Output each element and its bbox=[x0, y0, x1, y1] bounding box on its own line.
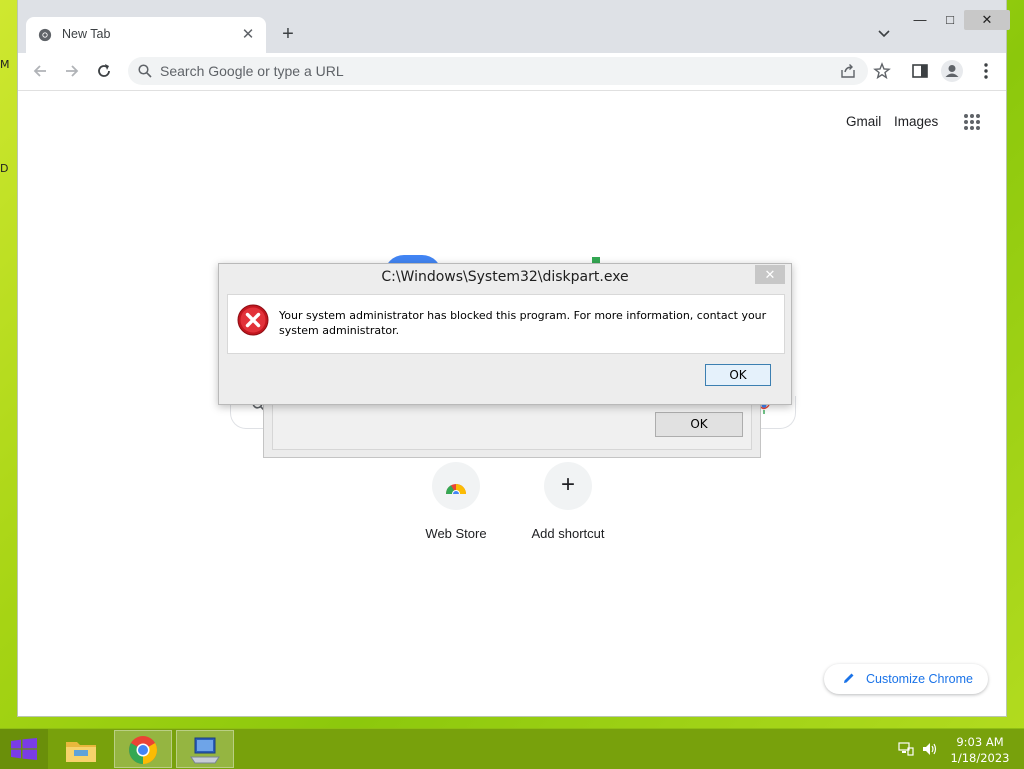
add-shortcut-tile: + bbox=[544, 462, 592, 510]
dialog-close-button[interactable]: ✕ bbox=[755, 265, 785, 284]
tab-new-tab[interactable]: New Tab ✕ bbox=[26, 17, 266, 53]
chrome-icon bbox=[129, 736, 157, 764]
pencil-icon bbox=[844, 673, 854, 683]
back-arrow-icon[interactable] bbox=[30, 61, 50, 81]
taskbar-remote-desktop[interactable] bbox=[176, 730, 234, 768]
desktop-icon-label-d: D bbox=[0, 162, 9, 175]
web-store-tile bbox=[432, 462, 480, 510]
background-dialog: OK bbox=[263, 398, 761, 458]
close-window-button[interactable]: ✕ bbox=[964, 10, 1010, 30]
background-ok-button[interactable]: OK bbox=[655, 412, 743, 437]
clock-time: 9:03 AM bbox=[956, 735, 1004, 749]
reload-icon[interactable] bbox=[94, 61, 114, 81]
omnibox[interactable]: Search Google or type a URL bbox=[128, 57, 891, 85]
browser-toolbar: Search Google or type a URL bbox=[18, 53, 1006, 91]
menu-kebab-icon[interactable] bbox=[976, 61, 996, 81]
dialog-message: Your system administrator has blocked th… bbox=[279, 309, 767, 337]
taskbar-file-explorer[interactable] bbox=[52, 730, 110, 768]
file-explorer-icon bbox=[66, 742, 96, 762]
shortcut-label: Add shortcut bbox=[531, 526, 605, 541]
chrome-web-store-icon bbox=[446, 484, 466, 494]
maximize-button[interactable]: □ bbox=[936, 10, 964, 30]
bookmark-star-icon[interactable] bbox=[873, 62, 891, 80]
shortcut-add[interactable]: + Add shortcut bbox=[508, 462, 628, 541]
side-panel-icon[interactable] bbox=[910, 61, 930, 81]
tab-close-icon[interactable]: ✕ bbox=[238, 25, 258, 45]
google-apps-grid-icon[interactable] bbox=[963, 113, 981, 131]
start-icon bbox=[11, 738, 37, 760]
desktop-icon-label-m: M bbox=[0, 58, 10, 71]
plus-icon: + bbox=[560, 471, 575, 498]
ok-button[interactable]: OK bbox=[705, 364, 771, 386]
profile-avatar-icon[interactable] bbox=[940, 59, 964, 83]
error-icon bbox=[237, 304, 269, 336]
shortcut-web-store[interactable]: Web Store bbox=[396, 462, 516, 541]
remote-desktop-icon bbox=[190, 737, 220, 764]
taskbar: 9:03 AM 1/18/2023 bbox=[0, 728, 1024, 769]
network-icon[interactable] bbox=[898, 742, 914, 756]
gmail-link[interactable]: Gmail bbox=[846, 114, 881, 129]
taskbar-chrome[interactable] bbox=[114, 730, 172, 768]
tab-strip: New Tab ✕ + — □ ✕ bbox=[18, 0, 1010, 53]
dialog-title: C:\Windows\System32\diskpart.exe bbox=[381, 269, 629, 285]
tab-title: New Tab bbox=[62, 27, 111, 41]
taskbar-clock[interactable]: 9:03 AM 1/18/2023 bbox=[944, 734, 1016, 766]
clock-date: 1/18/2023 bbox=[950, 751, 1010, 765]
omnibox-placeholder: Search Google or type a URL bbox=[160, 63, 344, 79]
share-icon[interactable] bbox=[840, 63, 856, 79]
forward-arrow-icon[interactable] bbox=[62, 61, 82, 81]
volume-icon[interactable] bbox=[922, 742, 938, 756]
new-tab-plus-icon[interactable]: + bbox=[276, 22, 300, 46]
dialog-body: Your system administrator has blocked th… bbox=[227, 294, 785, 354]
search-icon bbox=[138, 64, 152, 78]
chrome-favicon-icon bbox=[38, 28, 52, 42]
shortcut-label: Web Store bbox=[425, 526, 487, 541]
images-link[interactable]: Images bbox=[894, 114, 938, 129]
error-dialog: C:\Windows\System32\diskpart.exe ✕ Your … bbox=[218, 263, 792, 405]
minimize-button[interactable]: — bbox=[906, 10, 934, 30]
tab-search-chevron-icon[interactable] bbox=[876, 26, 892, 42]
start-button[interactable] bbox=[0, 729, 48, 769]
customize-chrome-label: Customize Chrome bbox=[866, 672, 973, 686]
customize-chrome-button[interactable]: Customize Chrome bbox=[824, 664, 988, 694]
